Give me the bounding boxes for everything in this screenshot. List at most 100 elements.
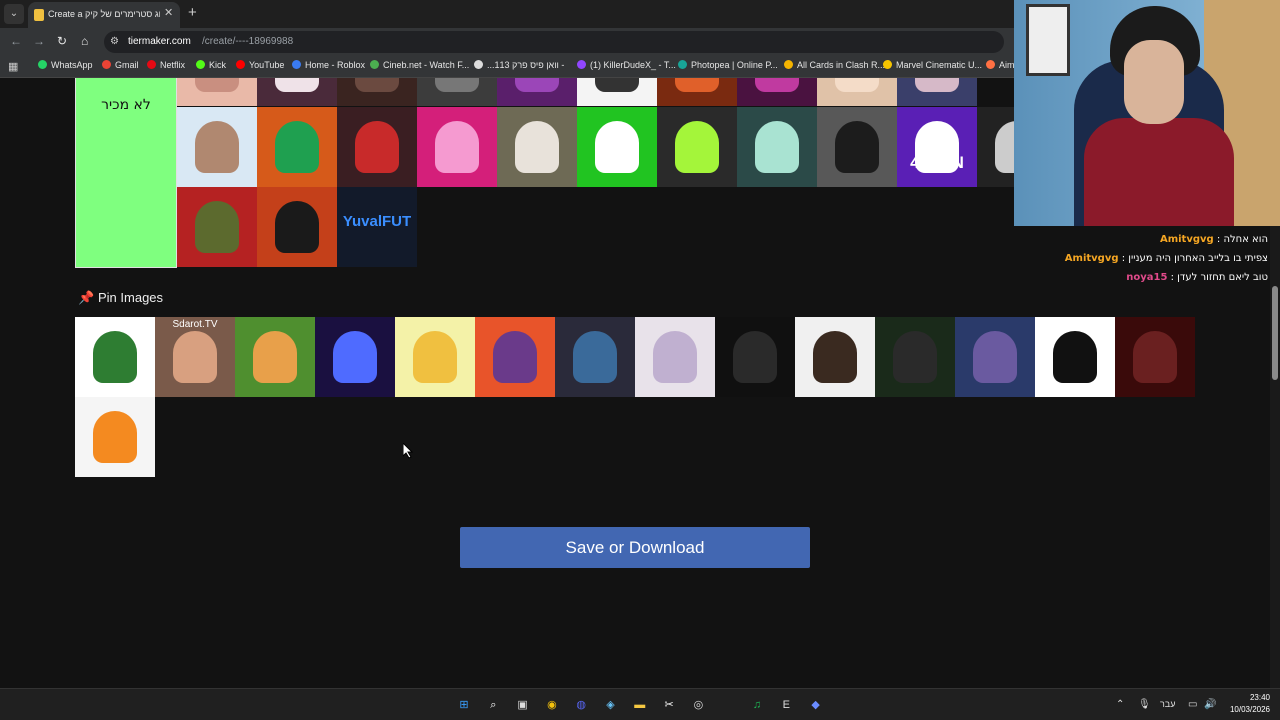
pin-image[interactable] [315, 317, 395, 397]
tier-item[interactable]: 4LLEN [897, 107, 977, 187]
tier-item[interactable] [337, 78, 417, 106]
spotify-icon[interactable]: ♫ [747, 695, 767, 715]
bookmark-item[interactable]: Home - Roblox [292, 60, 365, 70]
bookmark-label: Photopea | Online P... [691, 60, 778, 70]
tier-item[interactable] [177, 187, 257, 267]
address-bar[interactable]: ⚙ tiermaker.com /create/----18969988 [104, 31, 1004, 53]
bookmark-item[interactable]: Cineb.net - Watch F... [370, 60, 469, 70]
tier-item[interactable] [417, 78, 497, 106]
back-icon[interactable]: ← [10, 34, 22, 48]
bookmarks-bar: ▦ WhatsApp Gmail Netflix Kick YouTube Home - … [0, 56, 1015, 78]
obs-icon[interactable]: ◎ [688, 695, 708, 715]
bookmark-item[interactable]: Aim [986, 60, 1015, 70]
pin-image[interactable] [1115, 317, 1195, 397]
pin-image[interactable] [75, 397, 155, 477]
search-icon[interactable]: ⌕ [483, 695, 503, 715]
pin-image[interactable] [1035, 317, 1115, 397]
apps-grid-icon[interactable]: ▦ [8, 60, 18, 73]
bookmark-item[interactable]: Marvel Cinematic U... [883, 60, 982, 70]
home-icon[interactable]: ⌂ [81, 34, 88, 48]
task-view-icon[interactable]: ▣ [513, 695, 533, 715]
save-or-download-button[interactable]: Save or Download [460, 527, 810, 568]
bookmark-item[interactable]: Netflix [147, 60, 185, 70]
tier-item[interactable] [257, 187, 337, 267]
clock-time[interactable]: 23:40 [1226, 693, 1270, 702]
tier-item[interactable] [897, 78, 977, 106]
tier-item[interactable] [337, 107, 417, 187]
avatar-figure [755, 121, 799, 173]
app-diamond-icon[interactable]: ◆ [806, 695, 826, 715]
tier-item[interactable] [257, 107, 337, 187]
tier-item[interactable] [657, 78, 737, 106]
discord-icon[interactable]: ◍ [571, 695, 591, 715]
close-tab-icon[interactable]: ✕ [164, 6, 173, 19]
active-tab[interactable]: Create a דירוג סטרימרים של קיק ✕ [28, 2, 180, 28]
file-explorer-icon[interactable]: ▬ [630, 695, 650, 715]
chat-message: טוב ליאם תחזור לעדן : noya15 [1126, 272, 1268, 283]
avatar-figure [1053, 331, 1097, 383]
volume-icon[interactable]: 🔊 [1204, 699, 1216, 710]
tier-item[interactable] [577, 107, 657, 187]
pin-image[interactable] [715, 317, 795, 397]
tier-item[interactable] [817, 78, 897, 106]
bookmark-item[interactable]: All Cards in Clash R... [784, 60, 885, 70]
tray-chevron-icon[interactable]: ⌃ [1116, 699, 1124, 710]
bookmark-item[interactable]: (1) KillerDudeX_ - T... [577, 60, 676, 70]
tier-item[interactable] [177, 78, 257, 106]
tab-search-button[interactable]: ⌄ [4, 4, 24, 24]
tier-label: לא מכיר [101, 97, 151, 113]
capcut-icon[interactable]: ✂ [659, 695, 679, 715]
pin-image[interactable] [235, 317, 315, 397]
site-info-icon[interactable]: ⚙ [110, 36, 119, 47]
tier-item[interactable] [257, 78, 337, 106]
tier-item[interactable] [737, 78, 817, 106]
bookmark-favicon-icon [292, 60, 301, 69]
bookmark-item[interactable]: Photopea | Online P... [678, 60, 778, 70]
avatar-figure [195, 121, 239, 173]
pin-image[interactable] [875, 317, 955, 397]
clock-date[interactable]: 10/03/2026 [1216, 705, 1270, 714]
bookmark-item[interactable]: WhatsApp [38, 60, 93, 70]
bookmark-item[interactable]: YouTube [236, 60, 284, 70]
pin-image[interactable] [75, 317, 155, 397]
microphone-icon[interactable]: 🎙 [1138, 699, 1151, 710]
new-tab-button[interactable]: + [188, 4, 197, 21]
epic-games-icon[interactable]: E [776, 695, 796, 715]
forward-icon[interactable]: → [33, 34, 45, 48]
bookmark-item[interactable]: Gmail [102, 60, 139, 70]
tier-item[interactable] [737, 107, 817, 187]
pin-image[interactable] [795, 317, 875, 397]
pin-image[interactable] [555, 317, 635, 397]
tier-item[interactable] [417, 107, 497, 187]
language-indicator[interactable]: עבר [1160, 699, 1175, 709]
tier-label-cell[interactable]: לא מכיר [75, 78, 177, 268]
steam-icon[interactable]: ◈ [601, 695, 621, 715]
pin-image[interactable] [395, 317, 475, 397]
tier-item[interactable] [817, 107, 897, 187]
avatar-figure [253, 331, 297, 383]
windows-start-icon[interactable]: ⊞ [454, 695, 474, 715]
pushpin-icon: 📌 [78, 290, 95, 305]
bookmark-item[interactable]: ...וואן פיס פרק 113 - [474, 60, 564, 70]
tier-item[interactable]: YuvalFUT [337, 187, 417, 267]
blank-app-icon[interactable] [718, 695, 738, 715]
pin-image[interactable] [475, 317, 555, 397]
bookmark-favicon-icon [577, 60, 586, 69]
chat-username: Amitvgvg [1159, 234, 1214, 245]
chat-message: צפיתי בו בלייב האחרון היה מעניין : Amitv… [1065, 253, 1268, 264]
tier-item[interactable] [497, 78, 577, 106]
scrollbar-thumb[interactable] [1272, 286, 1278, 380]
pin-image[interactable]: Sdarot.TV [155, 317, 235, 397]
avatar-figure [835, 78, 879, 92]
pin-image[interactable] [635, 317, 715, 397]
pin-image[interactable] [955, 317, 1035, 397]
chrome-icon[interactable]: ◉ [542, 695, 562, 715]
network-icon[interactable]: ▭ [1188, 699, 1197, 710]
tier-item[interactable] [657, 107, 737, 187]
reload-icon[interactable]: ↻ [57, 34, 67, 48]
tier-item[interactable] [577, 78, 657, 106]
tier-item[interactable] [177, 107, 257, 187]
bookmark-item[interactable]: Kick [196, 60, 226, 70]
avatar-figure [595, 121, 639, 173]
tier-item[interactable] [497, 107, 577, 187]
